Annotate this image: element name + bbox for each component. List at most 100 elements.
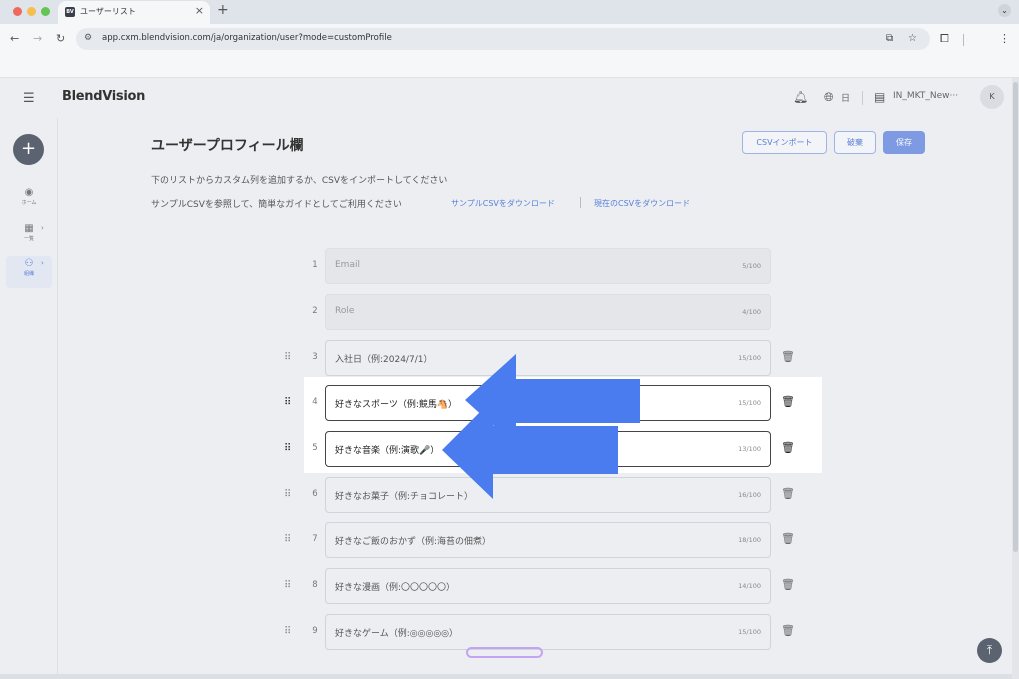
field-row: ⠿ 7 好きなご飯のおかず（例:海苔の佃煮） 18/100 🗑︎ (280, 522, 800, 558)
sidebar-item-label: 組織 (23, 271, 34, 277)
row-number: 1 (312, 260, 318, 270)
sidebar-item-label: ホーム (21, 200, 37, 206)
download-sample-csv-link[interactable]: サンプルCSVをダウンロード (451, 198, 555, 209)
notification-bell-icon[interactable]: 🔔︎ (793, 90, 808, 104)
save-button[interactable]: 保存 (883, 131, 925, 154)
trash-icon[interactable]: 🗑︎ (781, 532, 795, 545)
home-icon: ◉ (24, 187, 34, 198)
forward-arrow-icon[interactable]: → (33, 32, 42, 45)
field-input[interactable]: 好きな漫画（例:〇〇〇〇〇） 14/100 (325, 568, 771, 604)
field-row: 2 Role 4/100 (280, 294, 800, 330)
drag-handle-icon[interactable]: ⠿ (284, 443, 291, 454)
field-input-disabled: Email 5/100 (325, 248, 771, 284)
row-number: 8 (312, 580, 318, 590)
horizontal-scrollbar[interactable] (0, 674, 1012, 679)
char-counter: 16/100 (738, 491, 761, 499)
description-text: 下のリストからカスタム列を追加するか、CSVをインポートしてください (151, 176, 448, 186)
trash-icon[interactable]: 🗑︎ (781, 578, 795, 591)
favicon-icon: BV (65, 7, 75, 17)
drag-handle-icon[interactable]: ⠿ (284, 397, 291, 408)
trash-icon[interactable]: 🗑︎ (781, 441, 795, 454)
sidebar-item-home[interactable]: ◉ ホーム (6, 185, 52, 217)
menu-hamburger-icon[interactable]: ☰ (23, 91, 35, 106)
field-value[interactable]: 好きな音楽（例:演歌🎤） (335, 443, 439, 456)
row-number: 2 (312, 306, 318, 316)
url-text[interactable]: app.cxm.blendvision.com/ja/organization/… (102, 33, 392, 43)
header-divider (862, 91, 863, 105)
guide-text: サンプルCSVを参照して、簡単なガイドとしてご利用ください (151, 200, 402, 210)
organization-name[interactable]: IN_MKT_New··· (893, 91, 958, 101)
site-settings-icon[interactable]: ⚙ (84, 33, 92, 43)
create-button[interactable]: + (13, 134, 44, 165)
drag-handle-icon[interactable]: ⠿ (284, 534, 291, 545)
browser-tab[interactable]: BV ユーザーリスト × (58, 1, 210, 24)
globe-icon[interactable]: 🌐︎ (824, 90, 834, 105)
row-number: 3 (312, 352, 318, 362)
back-to-top-button[interactable]: ⤒ (977, 638, 1002, 663)
close-window-button[interactable] (13, 7, 22, 16)
field-value: Email (335, 260, 360, 270)
field-row: 1 Email 5/100 (280, 248, 800, 284)
field-value[interactable]: 好きなゲーム（例:◎◎◎◎◎） (335, 626, 458, 639)
address-bar-row: ← → ↻ ⚙ app.cxm.blendvision.com/ja/organ… (0, 24, 1019, 54)
field-input[interactable]: 好きなご飯のおかず（例:海苔の佃煮） 18/100 (325, 522, 771, 558)
avatar[interactable]: K (980, 85, 1004, 109)
drag-handle-icon[interactable]: ⠿ (284, 489, 291, 500)
toolbar-divider (963, 34, 964, 46)
install-app-icon[interactable]: ⧉ (886, 33, 893, 44)
row-number: 4 (312, 397, 318, 407)
scrollbar-thumb[interactable] (1013, 82, 1018, 552)
field-row: ⠿ 9 好きなゲーム（例:◎◎◎◎◎） 15/100 🗑︎ (280, 614, 800, 650)
trash-icon[interactable]: 🗑︎ (781, 395, 795, 408)
row-number: 5 (312, 443, 318, 453)
sidebar-item-organization[interactable]: ⚇ 組織 (6, 256, 52, 288)
row-number: 9 (312, 626, 318, 636)
download-current-csv-link[interactable]: 現在のCSVをダウンロード (594, 198, 690, 209)
scroll-indicator (466, 647, 543, 658)
close-tab-icon[interactable]: × (195, 4, 204, 17)
drag-handle-icon[interactable]: ⠿ (284, 352, 291, 363)
extensions-icon[interactable]: ⧠ (940, 32, 949, 46)
trash-icon[interactable]: 🗑︎ (781, 350, 795, 363)
field-value[interactable]: 好きなご飯のおかず（例:海苔の佃煮） (335, 534, 491, 547)
field-value[interactable]: 好きなスポーツ（例:競馬🐴） (335, 397, 457, 410)
browser-menu-icon[interactable]: ⋮ (999, 32, 1010, 45)
users-icon: ⚇ (24, 258, 34, 269)
field-row: ⠿ 8 好きな漫画（例:〇〇〇〇〇） 14/100 🗑︎ (280, 568, 800, 604)
new-tab-icon[interactable]: + (217, 2, 229, 18)
csv-import-button[interactable]: CSVインポート (742, 131, 827, 154)
organization-icon[interactable]: ▤ (874, 90, 885, 104)
sidebar-item-label: 一覧 (23, 236, 34, 242)
bookmark-star-icon[interactable]: ☆ (908, 33, 917, 44)
drag-handle-icon[interactable]: ⠿ (284, 580, 291, 591)
field-value: Role (335, 306, 355, 316)
sidebar-item-list[interactable]: ▦ 一覧 (6, 221, 52, 253)
field-input-disabled: Role 4/100 (325, 294, 771, 330)
app-header: ☰ BlendVision 🔔︎ 🌐︎ 日 ▤ IN_MKT_New··· K (0, 78, 1012, 118)
discard-button[interactable]: 破棄 (834, 131, 876, 154)
maximize-window-button[interactable] (41, 7, 50, 16)
minimize-window-button[interactable] (27, 7, 36, 16)
drag-handle-icon[interactable]: ⠿ (284, 626, 291, 637)
char-counter: 15/100 (738, 628, 761, 636)
logo: BlendVision (62, 89, 146, 104)
grid-icon: ▦ (24, 223, 34, 234)
language-label[interactable]: 日 (841, 91, 850, 104)
char-counter: 13/100 (738, 445, 761, 453)
field-value[interactable]: 好きな漫画（例:〇〇〇〇〇） (335, 580, 455, 593)
back-arrow-icon[interactable]: ← (10, 32, 19, 45)
reload-icon[interactable]: ↻ (56, 32, 65, 45)
field-input[interactable]: 好きなゲーム（例:◎◎◎◎◎） 15/100 (325, 614, 771, 650)
annotation-arrow (442, 399, 618, 499)
annotation-arrow-shape (442, 399, 618, 499)
trash-icon[interactable]: 🗑︎ (781, 624, 795, 637)
trash-icon[interactable]: 🗑︎ (781, 487, 795, 500)
field-value[interactable]: 入社日（例:2024/7/1） (335, 352, 432, 365)
bookmarks-bar (0, 54, 1019, 78)
tab-title: ユーザーリスト (80, 7, 136, 16)
char-counter: 18/100 (738, 536, 761, 544)
chevron-right-icon: › (41, 224, 44, 232)
tab-search-chevron-icon[interactable]: ⌄ (998, 4, 1011, 17)
url-bar[interactable]: ⚙ app.cxm.blendvision.com/ja/organizatio… (76, 28, 930, 50)
link-divider (580, 197, 581, 208)
